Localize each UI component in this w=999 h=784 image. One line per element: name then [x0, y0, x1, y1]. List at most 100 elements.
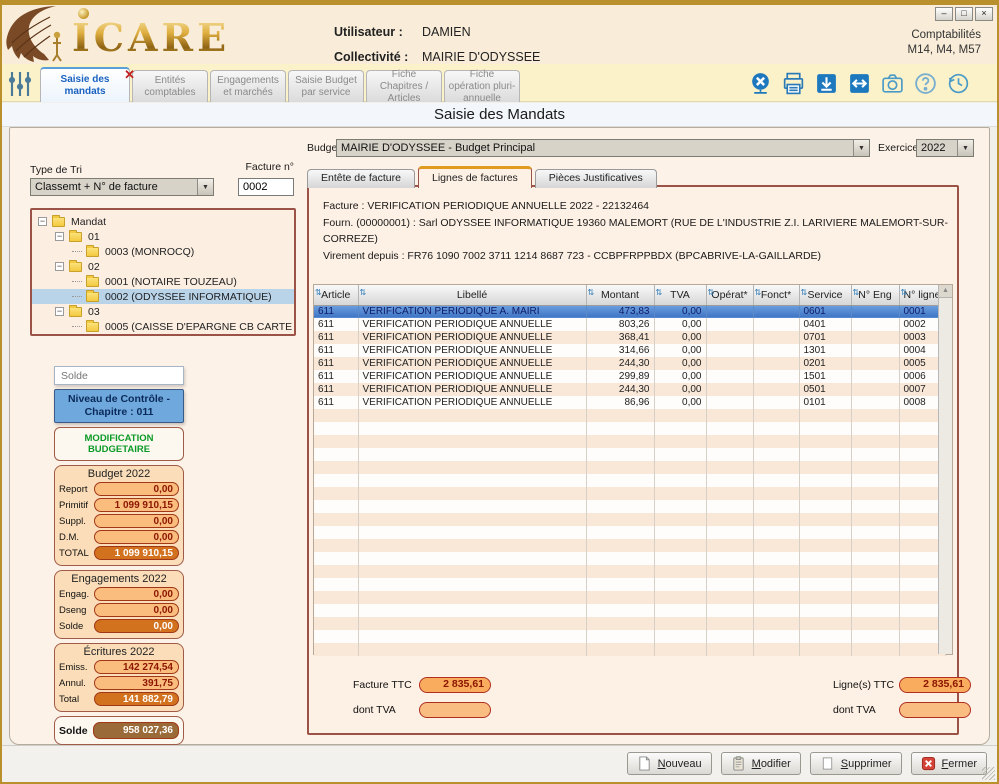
- grid-empty-row[interactable]: [314, 448, 945, 461]
- solde-input[interactable]: [54, 366, 184, 385]
- export-icon[interactable]: [814, 71, 839, 96]
- grid-empty-row[interactable]: [314, 578, 945, 591]
- grid-empty-row[interactable]: [314, 539, 945, 552]
- grid-scrollbar[interactable]: ▲: [938, 285, 952, 654]
- column-header-fonct[interactable]: ⇅Fonct*: [753, 285, 799, 305]
- grid-cell: [706, 370, 753, 383]
- grid-cell: [851, 331, 899, 344]
- solde-panel: Niveau de Contrôle - Chapitre : 011 MODI…: [54, 366, 184, 745]
- modifier-button[interactable]: Modifier: [721, 752, 801, 775]
- tab-engagements-et-march-s[interactable]: Engagements et marchés: [210, 70, 286, 102]
- grid-empty-row[interactable]: [314, 526, 945, 539]
- grid-cell: [799, 435, 851, 448]
- mandate-tree: −Mandat−010003 (MONROCQ)−020001 (NOTAIRE…: [30, 208, 296, 336]
- grid-empty-row[interactable]: [314, 435, 945, 448]
- resize-grip[interactable]: [982, 767, 995, 780]
- column-header-service[interactable]: ⇅Service: [799, 285, 851, 305]
- grid-cell: [706, 630, 753, 643]
- tree-node-0001-notaire-touzeau[interactable]: 0001 (NOTAIRE TOUZEAU): [32, 274, 294, 289]
- tab-ent-te-de-facture[interactable]: Entête de facture: [307, 169, 415, 188]
- grid-cell: [654, 630, 706, 643]
- grid-empty-row[interactable]: [314, 565, 945, 578]
- solde-group-critures-2022: Écritures 2022Emiss.142 274,54Annul.391,…: [54, 643, 184, 712]
- grid-empty-row[interactable]: [314, 630, 945, 643]
- tab-label: Saisie Budget par service: [292, 75, 360, 99]
- solde-field-value: 0,00: [94, 587, 179, 601]
- budget-select[interactable]: MAIRIE D'ODYSSEE - Budget Principal ▼: [336, 139, 870, 157]
- minimize-button[interactable]: –: [935, 7, 953, 21]
- grid-cell: 0,00: [654, 396, 706, 409]
- column-header-montant[interactable]: ⇅Montant: [586, 285, 654, 305]
- tree-node-mandat[interactable]: −Mandat: [32, 214, 294, 229]
- supprimer-button[interactable]: Supprimer: [810, 752, 902, 775]
- help-icon[interactable]: [913, 71, 938, 96]
- grid-empty-row[interactable]: [314, 487, 945, 500]
- grid-cell: 0,00: [654, 305, 706, 318]
- grid-cell: [799, 422, 851, 435]
- grid-row[interactable]: 611VERIFICATION PERIODIQUE ANNUELLE86,96…: [314, 396, 945, 409]
- tree-node-03[interactable]: −03: [32, 304, 294, 319]
- print-icon[interactable]: [781, 71, 806, 96]
- column-header-op-rat[interactable]: ⇅Opérat*: [706, 285, 753, 305]
- tab-pi-ces-justificatives[interactable]: Pièces Justificatives: [535, 169, 657, 188]
- tree-node-02[interactable]: −02: [32, 259, 294, 274]
- exercice-select[interactable]: 2022 ▼: [916, 139, 974, 157]
- column-header-article[interactable]: ⇅Article: [314, 285, 358, 305]
- column-header-tva[interactable]: ⇅TVA: [654, 285, 706, 305]
- column-header-n-eng[interactable]: ⇅N° Eng: [851, 285, 899, 305]
- remote-icon[interactable]: [847, 71, 872, 96]
- grid-row[interactable]: 611VERIFICATION PERIODIQUE ANNUELLE803,2…: [314, 318, 945, 331]
- disconnect-icon[interactable]: [748, 71, 773, 96]
- tree-expander-icon[interactable]: −: [55, 262, 64, 271]
- screenshot-icon[interactable]: [880, 71, 905, 96]
- grid-empty-row[interactable]: [314, 591, 945, 604]
- grid-cell: [851, 552, 899, 565]
- tab-saisie-des-mandats[interactable]: Saisie des mandats✕: [40, 67, 130, 102]
- grid-row[interactable]: 611VERIFICATION PERIODIQUE A. MAIRI473,8…: [314, 305, 945, 318]
- grid-empty-row[interactable]: [314, 474, 945, 487]
- tab-entit-s-comptables[interactable]: Entités comptables: [132, 70, 208, 102]
- grid-empty-row[interactable]: [314, 409, 945, 422]
- grid-row[interactable]: 611VERIFICATION PERIODIQUE ANNUELLE299,8…: [314, 370, 945, 383]
- solde-field-label: Annul.: [59, 678, 94, 689]
- tab-fiche-op-ration-pluri-annuelle[interactable]: Fiche opération pluri-annuelle: [444, 70, 520, 102]
- fermer-button[interactable]: Fermer: [911, 752, 987, 775]
- grid-row[interactable]: 611VERIFICATION PERIODIQUE ANNUELLE244,3…: [314, 357, 945, 370]
- grid-row[interactable]: 611VERIFICATION PERIODIQUE ANNUELLE314,6…: [314, 344, 945, 357]
- grid-row[interactable]: 611VERIFICATION PERIODIQUE ANNUELLE368,4…: [314, 331, 945, 344]
- maximize-button[interactable]: □: [955, 7, 973, 21]
- grid-cell: [851, 565, 899, 578]
- grid-row[interactable]: 611VERIFICATION PERIODIQUE ANNUELLE244,3…: [314, 383, 945, 396]
- grid-cell: 0201: [799, 357, 851, 370]
- column-header-libell[interactable]: ⇅Libellé: [358, 285, 586, 305]
- grid-empty-row[interactable]: [314, 617, 945, 630]
- tree-node-0002-odyssee-informatique[interactable]: 0002 (ODYSSEE INFORMATIQUE): [32, 289, 294, 304]
- filter-sliders-icon[interactable]: [4, 68, 36, 98]
- tree-node-0005-caisse-d-epargne-cb-carte-bancaire[interactable]: 0005 (CAISSE D'EPARGNE CB CARTE BANCAIRE…: [32, 319, 294, 334]
- grid-cell: [314, 487, 358, 500]
- grid-empty-row[interactable]: [314, 500, 945, 513]
- tab-lignes-de-factures[interactable]: Lignes de factures: [418, 166, 532, 188]
- tree-node-01[interactable]: −01: [32, 229, 294, 244]
- grid-empty-row[interactable]: [314, 513, 945, 526]
- history-icon[interactable]: [946, 71, 971, 96]
- tree-node-0003-monrocq[interactable]: 0003 (MONROCQ): [32, 244, 294, 259]
- grid-empty-row[interactable]: [314, 461, 945, 474]
- tab-close-icon[interactable]: ✕: [124, 69, 135, 81]
- grid-empty-row[interactable]: [314, 552, 945, 565]
- grid-empty-row[interactable]: [314, 604, 945, 617]
- grid-empty-row[interactable]: [314, 422, 945, 435]
- scroll-up-icon[interactable]: ▲: [939, 285, 952, 298]
- tree-expander-icon[interactable]: −: [38, 217, 47, 226]
- tree-expander-icon[interactable]: −: [55, 307, 64, 316]
- sort-select[interactable]: Classemt + N° de facture ▼: [30, 178, 214, 196]
- solde-field-value: 0,00: [94, 514, 179, 528]
- nouveau-button[interactable]: Nouveau: [627, 752, 712, 775]
- tab-fiche-chapitres-articles[interactable]: Fiche Chapitres / Articles: [366, 70, 442, 102]
- invoice-number-input[interactable]: [238, 178, 294, 196]
- grid-empty-row[interactable]: [314, 643, 945, 656]
- tree-expander-icon[interactable]: −: [55, 232, 64, 241]
- tab-saisie-budget-par-service[interactable]: Saisie Budget par service: [288, 70, 364, 102]
- grid-cell: [753, 448, 799, 461]
- close-button[interactable]: ×: [975, 7, 993, 21]
